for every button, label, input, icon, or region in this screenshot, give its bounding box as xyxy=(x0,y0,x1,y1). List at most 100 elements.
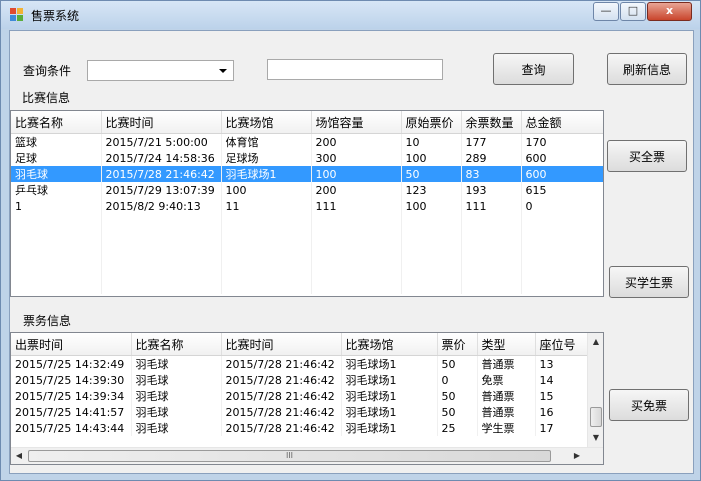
ticket-cell[interactable]: 0 xyxy=(437,372,478,388)
match-cell[interactable]: 615 xyxy=(521,182,603,198)
match-cell[interactable]: 111 xyxy=(311,198,402,214)
match-cell[interactable]: 100 xyxy=(221,182,312,198)
ticket-cell[interactable]: 50 xyxy=(437,355,478,372)
match-cell[interactable]: 体育馆 xyxy=(221,133,312,150)
match-cell[interactable]: 0 xyxy=(521,198,603,214)
scroll-left-arrow-icon[interactable]: ◀ xyxy=(14,451,24,461)
ticket-cell[interactable]: 学生票 xyxy=(477,420,536,436)
buy-free-ticket-button[interactable]: 买免票 xyxy=(609,389,689,421)
ticket-row[interactable]: 2015/7/25 14:39:30 羽毛球 2015/7/28 21:46:42 羽… xyxy=(11,372,588,388)
match-cell[interactable]: 乒乓球 xyxy=(11,182,102,198)
match-cell[interactable]: 2015/7/21 5:00:00 xyxy=(101,133,222,150)
match-cell[interactable]: 111 xyxy=(461,198,522,214)
ticket-cell[interactable]: 2015/7/25 14:39:30 xyxy=(11,372,132,388)
query-button[interactable]: 查询 xyxy=(493,53,574,85)
match-cell[interactable]: 100 xyxy=(311,166,402,182)
match-col-total[interactable]: 总金额 xyxy=(521,111,603,134)
match-cell[interactable]: 100 xyxy=(401,198,462,214)
match-cell[interactable]: 193 xyxy=(461,182,522,198)
ticket-cell[interactable]: 16 xyxy=(535,404,588,420)
scroll-down-arrow-icon[interactable]: ▼ xyxy=(591,433,601,443)
ticket-cell[interactable]: 2015/7/25 14:43:44 xyxy=(11,420,132,436)
ticket-col-issue-time[interactable]: 出票时间 xyxy=(11,333,132,356)
query-text-input[interactable] xyxy=(267,59,443,80)
ticket-cell[interactable]: 15 xyxy=(535,388,588,404)
match-cell[interactable]: 200 xyxy=(311,182,402,198)
match-col-venue[interactable]: 比赛场馆 xyxy=(221,111,312,134)
match-cell[interactable]: 10 xyxy=(401,133,462,150)
ticket-cell[interactable]: 羽毛球 xyxy=(131,372,222,388)
buy-student-ticket-button[interactable]: 买学生票 xyxy=(609,266,689,298)
close-button[interactable]: x xyxy=(647,2,692,21)
match-info-grid[interactable]: 比赛名称 比赛时间 比赛场馆 场馆容量 原始票价 余票数量 总金额 篮球 2015… xyxy=(10,110,604,297)
ticket-cell[interactable]: 25 xyxy=(437,420,478,436)
match-col-name[interactable]: 比赛名称 xyxy=(11,111,102,134)
ticket-cell[interactable]: 2015/7/28 21:46:42 xyxy=(221,420,342,436)
match-cell[interactable]: 170 xyxy=(521,133,603,150)
match-row[interactable]: 乒乓球 2015/7/29 13:07:39 100 200 123 193 615 xyxy=(11,182,603,198)
minimize-button[interactable]: — xyxy=(593,2,619,21)
ticket-col-type[interactable]: 类型 xyxy=(477,333,536,356)
ticket-cell[interactable]: 2015/7/28 21:46:42 xyxy=(221,388,342,404)
match-cell[interactable]: 600 xyxy=(521,166,603,182)
match-cell[interactable]: 100 xyxy=(401,150,462,166)
refresh-info-button[interactable]: 刷新信息 xyxy=(607,53,687,85)
match-cell[interactable]: 2015/7/24 14:58:36 xyxy=(101,150,222,166)
match-cell[interactable]: 2015/8/2 9:40:13 xyxy=(101,198,222,214)
ticket-cell[interactable]: 羽毛球场1 xyxy=(341,420,438,436)
match-cell[interactable]: 177 xyxy=(461,133,522,150)
match-cell[interactable]: 600 xyxy=(521,150,603,166)
ticket-col-venue[interactable]: 比赛场馆 xyxy=(341,333,438,356)
buy-full-ticket-button[interactable]: 买全票 xyxy=(607,140,687,172)
ticket-cell[interactable]: 羽毛球场1 xyxy=(341,355,438,372)
scroll-right-arrow-icon[interactable]: ▶ xyxy=(572,451,582,461)
match-cell[interactable]: 羽毛球场1 xyxy=(221,166,312,182)
query-condition-dropdown[interactable] xyxy=(87,60,234,81)
ticket-cell[interactable]: 2015/7/25 14:32:49 xyxy=(11,355,132,372)
ticket-col-match-time[interactable]: 比赛时间 xyxy=(221,333,342,356)
ticket-horizontal-scrollbar[interactable]: ◀ III ▶ xyxy=(11,447,603,464)
match-cell[interactable]: 1 xyxy=(11,198,102,214)
ticket-row[interactable]: 2015/7/25 14:32:49 羽毛球 2015/7/28 21:46:42 羽… xyxy=(11,355,588,372)
ticket-row[interactable]: 2015/7/25 14:39:34 羽毛球 2015/7/28 21:46:42 羽… xyxy=(11,388,588,404)
match-cell[interactable]: 200 xyxy=(311,133,402,150)
match-cell[interactable]: 50 xyxy=(401,166,462,182)
ticket-cell[interactable]: 羽毛球场1 xyxy=(341,372,438,388)
match-row[interactable]: 1 2015/8/2 9:40:13 11 111 100 111 0 xyxy=(11,198,603,214)
ticket-cell[interactable]: 13 xyxy=(535,355,588,372)
ticket-cell[interactable]: 17 xyxy=(535,420,588,436)
maximize-button[interactable]: □ xyxy=(620,2,646,21)
ticket-cell[interactable]: 普通票 xyxy=(477,388,536,404)
ticket-col-name[interactable]: 比赛名称 xyxy=(131,333,222,356)
match-cell[interactable]: 83 xyxy=(461,166,522,182)
ticket-cell[interactable]: 免票 xyxy=(477,372,536,388)
ticket-cell[interactable]: 羽毛球 xyxy=(131,404,222,420)
ticket-cell[interactable]: 2015/7/25 14:39:34 xyxy=(11,388,132,404)
ticket-cell[interactable]: 羽毛球 xyxy=(131,388,222,404)
match-cell[interactable]: 300 xyxy=(311,150,402,166)
ticket-cell[interactable]: 羽毛球场1 xyxy=(341,388,438,404)
title-bar[interactable]: 售票系统 — □ x xyxy=(1,1,700,29)
match-cell[interactable]: 123 xyxy=(401,182,462,198)
ticket-info-grid[interactable]: 出票时间 比赛名称 比赛时间 比赛场馆 票价 类型 座位号 2015/7/25 … xyxy=(10,332,604,465)
match-cell[interactable]: 足球 xyxy=(11,150,102,166)
vertical-scroll-thumb[interactable] xyxy=(590,407,602,427)
ticket-cell[interactable]: 羽毛球 xyxy=(131,420,222,436)
ticket-col-seat[interactable]: 座位号 xyxy=(535,333,588,356)
match-cell[interactable]: 足球场 xyxy=(221,150,312,166)
chevron-down-icon[interactable] xyxy=(219,69,227,73)
ticket-cell[interactable]: 2015/7/28 21:46:42 xyxy=(221,355,342,372)
ticket-cell[interactable]: 2015/7/28 21:46:42 xyxy=(221,404,342,420)
ticket-cell[interactable]: 14 xyxy=(535,372,588,388)
ticket-cell[interactable]: 普通票 xyxy=(477,355,536,372)
ticket-cell[interactable]: 50 xyxy=(437,404,478,420)
match-cell[interactable]: 篮球 xyxy=(11,133,102,150)
ticket-cell[interactable]: 羽毛球场1 xyxy=(341,404,438,420)
ticket-cell[interactable]: 2015/7/28 21:46:42 xyxy=(221,372,342,388)
ticket-cell[interactable]: 50 xyxy=(437,388,478,404)
match-cell[interactable]: 羽毛球 xyxy=(11,166,102,182)
match-row[interactable]: 足球 2015/7/24 14:58:36 足球场 300 100 289 600 xyxy=(11,150,603,166)
match-cell[interactable]: 2015/7/29 13:07:39 xyxy=(101,182,222,198)
scroll-up-arrow-icon[interactable]: ▲ xyxy=(591,337,601,347)
ticket-cell[interactable]: 2015/7/25 14:41:57 xyxy=(11,404,132,420)
